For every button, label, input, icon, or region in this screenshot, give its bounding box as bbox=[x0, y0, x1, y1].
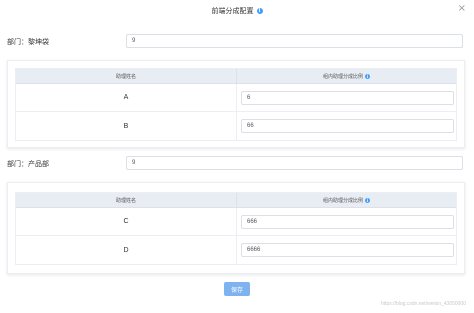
column-header-ratio: 组内助理分成比例 i bbox=[237, 69, 456, 83]
assistant-name-cell: A bbox=[16, 84, 237, 111]
dialog-title-row: 前端分成配置 i bbox=[0, 6, 474, 16]
column-header-name-label: 助理姓名 bbox=[115, 73, 136, 80]
info-icon[interactable]: i bbox=[365, 197, 370, 203]
column-header-name: 助理姓名 bbox=[16, 193, 237, 207]
group-label: 部门：产品部 bbox=[7, 161, 49, 168]
column-header-ratio: 组内助理分成比例 i bbox=[237, 193, 456, 207]
table-header: 助理姓名 组内助理分成比例 i bbox=[16, 193, 456, 208]
assistant-table-panel: 助理姓名 组内助理分成比例 i A 6 B 66 bbox=[7, 60, 465, 148]
ratio-input[interactable]: 666 bbox=[240, 214, 454, 229]
dialog-title: 前端分成配置 bbox=[211, 8, 254, 15]
column-header-ratio-label: 组内助理分成比例 bbox=[322, 73, 363, 80]
table-row: C 666 bbox=[16, 208, 456, 236]
group-label: 部门：黎坤袋 bbox=[7, 39, 49, 46]
watermark-text: https://blog.csdn.net/weixin_43050000 bbox=[380, 301, 466, 307]
info-icon[interactable]: i bbox=[365, 73, 370, 79]
table-row: B 66 bbox=[16, 112, 456, 140]
ratio-input[interactable]: 6 bbox=[240, 90, 454, 105]
dialog-header: 前端分成配置 i × bbox=[0, 0, 474, 24]
assistant-table-panel: 助理姓名 组内助理分成比例 i C 666 D 6666 bbox=[7, 182, 465, 274]
assistant-name-cell: C bbox=[16, 208, 237, 235]
save-button[interactable]: 保存 bbox=[224, 282, 250, 296]
ratio-value: 666 bbox=[246, 218, 257, 225]
ratio-input[interactable]: 66 bbox=[240, 119, 454, 133]
assistant-table: 助理姓名 组内助理分成比例 i C 666 D 6666 bbox=[15, 192, 457, 265]
ratio-input[interactable]: 6666 bbox=[240, 243, 454, 257]
column-header-name-label: 助理姓名 bbox=[115, 197, 136, 204]
assistant-name-cell: D bbox=[16, 236, 237, 264]
group-ratio-input[interactable]: 9 bbox=[126, 156, 463, 170]
ratio-cell: 666 bbox=[237, 208, 456, 235]
column-header-ratio-label: 组内助理分成比例 bbox=[322, 197, 363, 204]
ratio-value: 66 bbox=[246, 123, 254, 129]
ratio-value: 6 bbox=[246, 94, 251, 101]
info-icon[interactable]: i bbox=[256, 8, 263, 14]
group-ratio-value: 9 bbox=[132, 160, 136, 166]
close-icon[interactable]: × bbox=[458, 4, 466, 14]
ratio-cell: 6 bbox=[237, 84, 456, 111]
table-row: D 6666 bbox=[16, 236, 456, 264]
table-row: A 6 bbox=[16, 84, 456, 112]
ratio-cell: 6666 bbox=[237, 236, 456, 264]
group-ratio-value: 9 bbox=[132, 38, 136, 44]
column-header-name: 助理姓名 bbox=[16, 69, 237, 83]
group-ratio-input[interactable]: 9 bbox=[126, 34, 463, 48]
dialog-title-wrap: 前端分成配置 i bbox=[212, 6, 263, 16]
ratio-value: 6666 bbox=[246, 247, 261, 253]
table-header: 助理姓名 组内助理分成比例 i bbox=[16, 69, 456, 84]
ratio-cell: 66 bbox=[237, 112, 456, 140]
assistant-name-cell: B bbox=[16, 112, 237, 140]
assistant-table: 助理姓名 组内助理分成比例 i A 6 B 66 bbox=[15, 68, 457, 141]
